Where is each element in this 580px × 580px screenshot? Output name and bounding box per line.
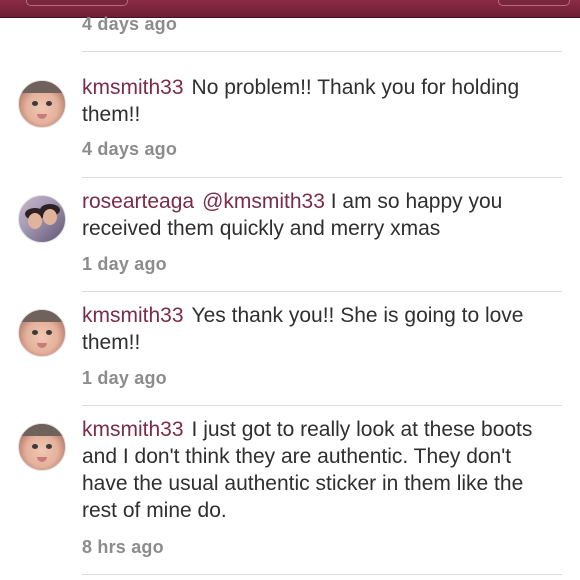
username-link[interactable]: kmsmith33 — [82, 418, 184, 441]
avatar-eye — [32, 101, 38, 106]
avatar-eye — [46, 330, 52, 335]
avatar-eye — [32, 330, 38, 335]
comment-timestamp: 4 days ago — [82, 14, 178, 34]
avatar-face — [28, 213, 42, 229]
avatar-eye — [46, 101, 52, 106]
divider — [82, 574, 562, 575]
avatar-hat-shape — [19, 424, 65, 436]
comment-feed[interactable]: 4 days ago kmsmith33 No problem!! Thank y… — [0, 0, 580, 580]
mention-link[interactable]: @kmsmith33 — [202, 190, 325, 213]
comment-text-block: kmsmith33 Yes thank you!! She is going to… — [82, 302, 552, 356]
divider — [82, 405, 562, 406]
comment-text-block: kmsmith33 I just got to really look at th… — [82, 416, 552, 524]
user-avatar[interactable] — [18, 309, 66, 357]
user-avatar[interactable] — [18, 423, 66, 471]
comment-text-block: rosearteaga @kmsmith33 I am so happy you … — [82, 188, 552, 242]
comment-text-block: kmsmith33 No problem!! Thank you for hold… — [82, 74, 552, 128]
comment-timestamp: 4 days ago — [82, 139, 178, 159]
user-avatar[interactable] — [18, 80, 66, 128]
comment-timestamp: 1 day ago — [82, 254, 167, 274]
comment-timestamp: 1 day ago — [82, 368, 167, 388]
divider — [82, 177, 562, 178]
avatar-mouth — [37, 114, 47, 119]
avatar-mouth — [37, 343, 47, 348]
divider — [82, 291, 562, 292]
username-link[interactable]: kmsmith33 — [82, 76, 184, 99]
avatar-face — [43, 209, 57, 225]
user-avatar[interactable] — [18, 195, 66, 243]
avatar-eye — [46, 444, 52, 449]
avatar-hat-shape — [19, 81, 65, 93]
avatar-hat-shape — [19, 310, 65, 322]
avatar-eye — [32, 444, 38, 449]
comment-timestamp: 8 hrs ago — [82, 537, 164, 557]
username-link[interactable]: rosearteaga — [82, 190, 194, 213]
username-link[interactable]: kmsmith33 — [82, 304, 184, 327]
avatar-mouth — [37, 457, 47, 462]
divider — [82, 51, 562, 52]
